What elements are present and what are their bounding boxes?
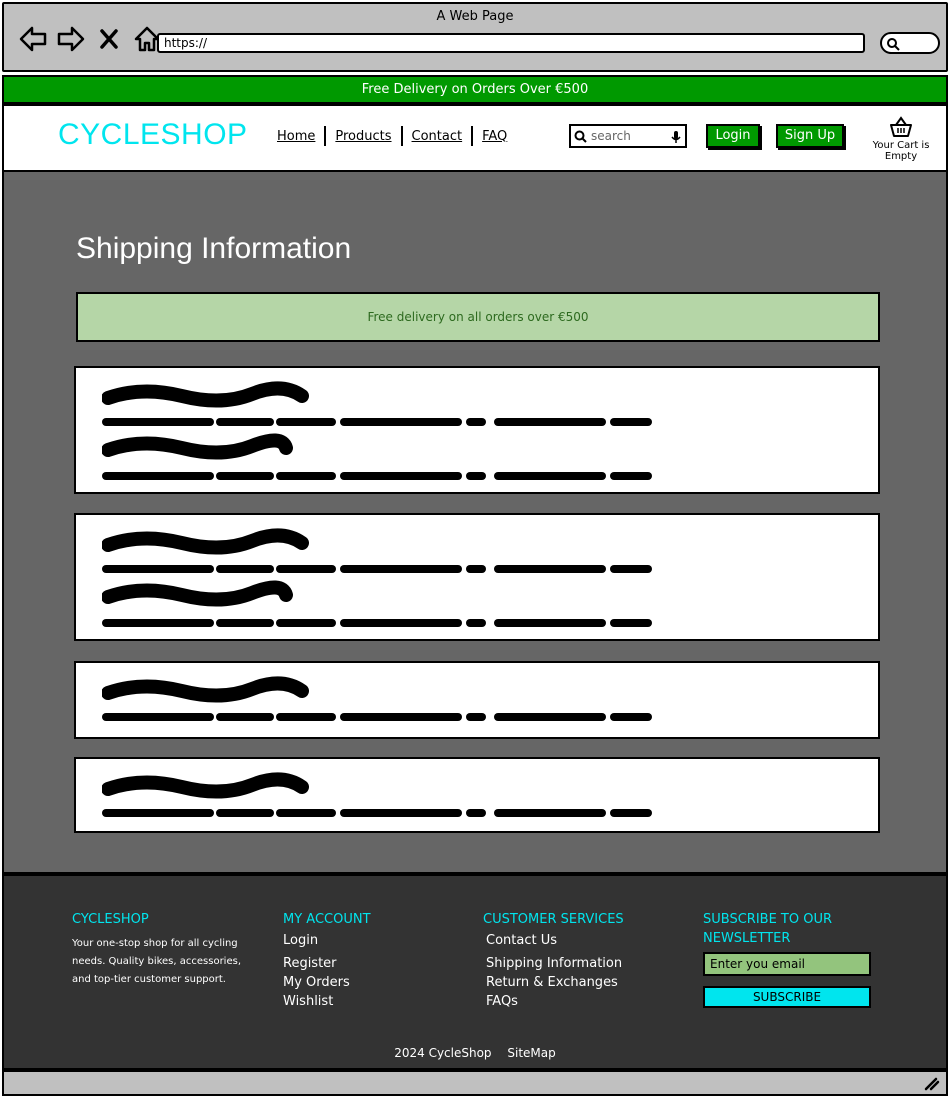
- forward-arrow-icon[interactable]: [56, 24, 86, 54]
- info-card: [74, 513, 880, 641]
- copyright-text: 2024 CycleShop: [394, 1046, 492, 1060]
- browser-status-bar: [2, 1070, 948, 1096]
- footer-account-column: MY ACCOUNT Login Register My Orders Wish…: [283, 910, 371, 1011]
- back-arrow-icon[interactable]: [18, 24, 48, 54]
- page-title: Shipping Information: [76, 232, 352, 265]
- nav-faq[interactable]: FAQ: [473, 129, 516, 144]
- basket-icon: [890, 116, 912, 137]
- search-icon: [574, 130, 587, 143]
- footer-about-text: Your one-stop shop for all cycling needs…: [72, 938, 241, 985]
- footer-brand-column: CYCLESHOP Your one-stop shop for all cyc…: [72, 910, 262, 989]
- cart-status-text: Your Cart is Empty: [872, 140, 930, 162]
- footer-link-shipping-information[interactable]: Shipping Information: [483, 954, 624, 973]
- footer-newsletter-column: SUBSCRIBE TO OUR NEWSLETTER Enter you em…: [703, 910, 873, 1008]
- redacted-text-scribble: [102, 772, 652, 817]
- site-footer: CYCLESHOP Your one-stop shop for all cyc…: [2, 874, 948, 1070]
- info-card: [74, 366, 880, 494]
- free-delivery-alert: Free delivery on all orders over €500: [76, 292, 880, 342]
- info-card: [74, 661, 880, 739]
- redacted-text-scribble: [102, 528, 652, 627]
- cart-widget[interactable]: Your Cart is Empty: [856, 116, 946, 162]
- sitemap-link[interactable]: SiteMap: [507, 1046, 555, 1060]
- newsletter-email-input[interactable]: Enter you email: [703, 952, 871, 976]
- nav-home[interactable]: Home: [268, 129, 324, 144]
- footer-brand-heading: CYCLESHOP: [72, 912, 149, 927]
- signup-button[interactable]: Sign Up: [776, 124, 844, 148]
- promo-banner: Free Delivery on Orders Over €500: [2, 75, 948, 104]
- redacted-text-scribble: [102, 381, 652, 480]
- close-x-icon[interactable]: [94, 24, 124, 54]
- resize-grip-icon[interactable]: [924, 1077, 940, 1091]
- url-bar[interactable]: https://: [157, 33, 865, 53]
- browser-window-chrome: A Web Page https://: [2, 2, 948, 72]
- footer-account-heading: MY ACCOUNT: [283, 912, 371, 927]
- footer-link-login[interactable]: Login: [283, 931, 371, 950]
- info-card: [74, 757, 880, 833]
- footer-link-register[interactable]: Register: [283, 954, 371, 973]
- search-placeholder: search: [591, 129, 631, 143]
- browser-search-field[interactable]: [880, 32, 940, 54]
- redacted-text-scribble: [102, 676, 652, 721]
- footer-newsletter-heading: SUBSCRIBE TO OUR NEWSLETTER: [703, 912, 833, 946]
- footer-link-wishlist[interactable]: Wishlist: [283, 992, 371, 1011]
- magnifier-icon: [887, 38, 900, 51]
- footer-link-return-exchanges[interactable]: Return & Exchanges: [483, 973, 624, 992]
- window-title: A Web Page: [436, 9, 514, 24]
- microphone-icon[interactable]: [671, 130, 681, 144]
- subscribe-button[interactable]: SUBSCRIBE: [703, 986, 871, 1008]
- footer-services-heading: CUSTOMER SERVICES: [483, 912, 624, 927]
- footer-link-my-orders[interactable]: My Orders: [283, 973, 371, 992]
- login-button[interactable]: Login: [706, 124, 760, 148]
- footer-link-faqs[interactable]: FAQs: [483, 992, 624, 1011]
- main-content: Shipping Information Free delivery on al…: [2, 172, 948, 874]
- nav-products[interactable]: Products: [326, 129, 400, 144]
- site-search-input[interactable]: search: [569, 124, 687, 148]
- main-nav: Home Products Contact FAQ: [268, 126, 516, 146]
- site-header: CYCLESHOP Home Products Contact FAQ sear…: [2, 104, 948, 172]
- footer-services-column: CUSTOMER SERVICES Contact Us Shipping In…: [483, 910, 624, 1011]
- site-logo[interactable]: CYCLESHOP: [58, 118, 248, 152]
- nav-contact[interactable]: Contact: [403, 129, 472, 144]
- footer-copyright-row: 2024 CycleShop SiteMap: [4, 1046, 946, 1060]
- footer-link-contact-us[interactable]: Contact Us: [483, 931, 624, 950]
- browser-nav-icons: [18, 24, 162, 54]
